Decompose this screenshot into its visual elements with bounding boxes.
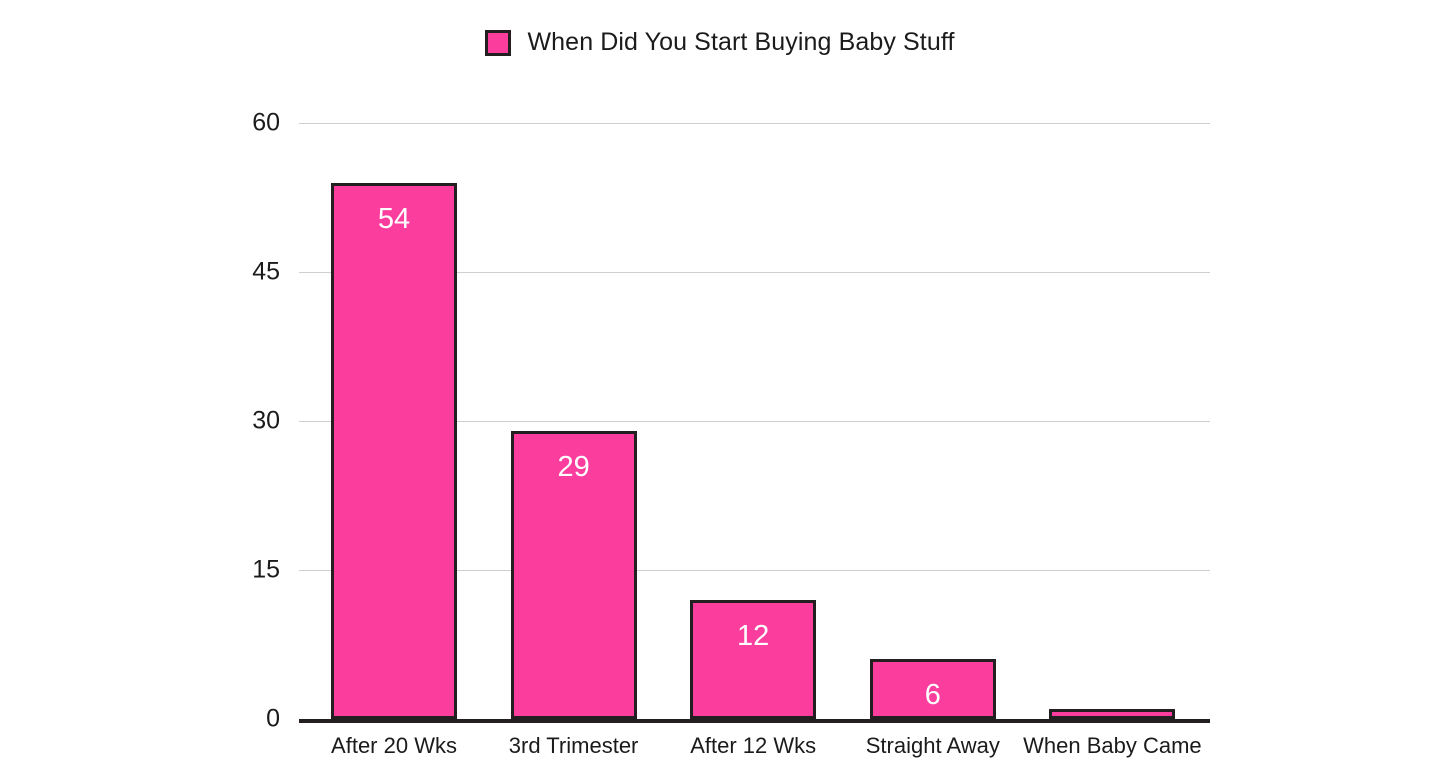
bar[interactable] (869, 659, 996, 719)
y-axis-tick-label: 0 (266, 704, 280, 733)
y-axis-tick-label: 30 (252, 406, 280, 435)
bar[interactable] (510, 430, 637, 719)
x-axis-category-label: When Baby Came (1023, 733, 1202, 758)
legend-label: When Did You Start Buying Baby Stuff (527, 28, 955, 56)
y-axis-tick-label: 15 (252, 555, 280, 584)
bar-chart: When Did You Start Buying Baby Stuff 0 15… (0, 0, 1440, 784)
x-axis-category-label: 3rd Trimester (508, 733, 639, 758)
legend-color-swatch-icon (485, 29, 512, 56)
gridline (299, 123, 1210, 124)
x-axis-category-label: After 12 Wks (690, 733, 817, 758)
x-axis-line (299, 719, 1210, 723)
x-axis-category-label: After 20 Wks (331, 733, 457, 758)
bar[interactable] (1049, 709, 1176, 719)
x-axis-category-label: Straight Away (865, 733, 1000, 758)
y-axis-tick-label: 45 (252, 257, 280, 286)
bar[interactable] (331, 182, 457, 719)
chart-legend: When Did You Start Buying Baby Stuff (0, 28, 1440, 57)
y-axis-tick-label: 60 (252, 108, 280, 137)
legend-item[interactable]: When Did You Start Buying Baby Stuff (485, 28, 954, 57)
bar[interactable] (690, 599, 817, 719)
